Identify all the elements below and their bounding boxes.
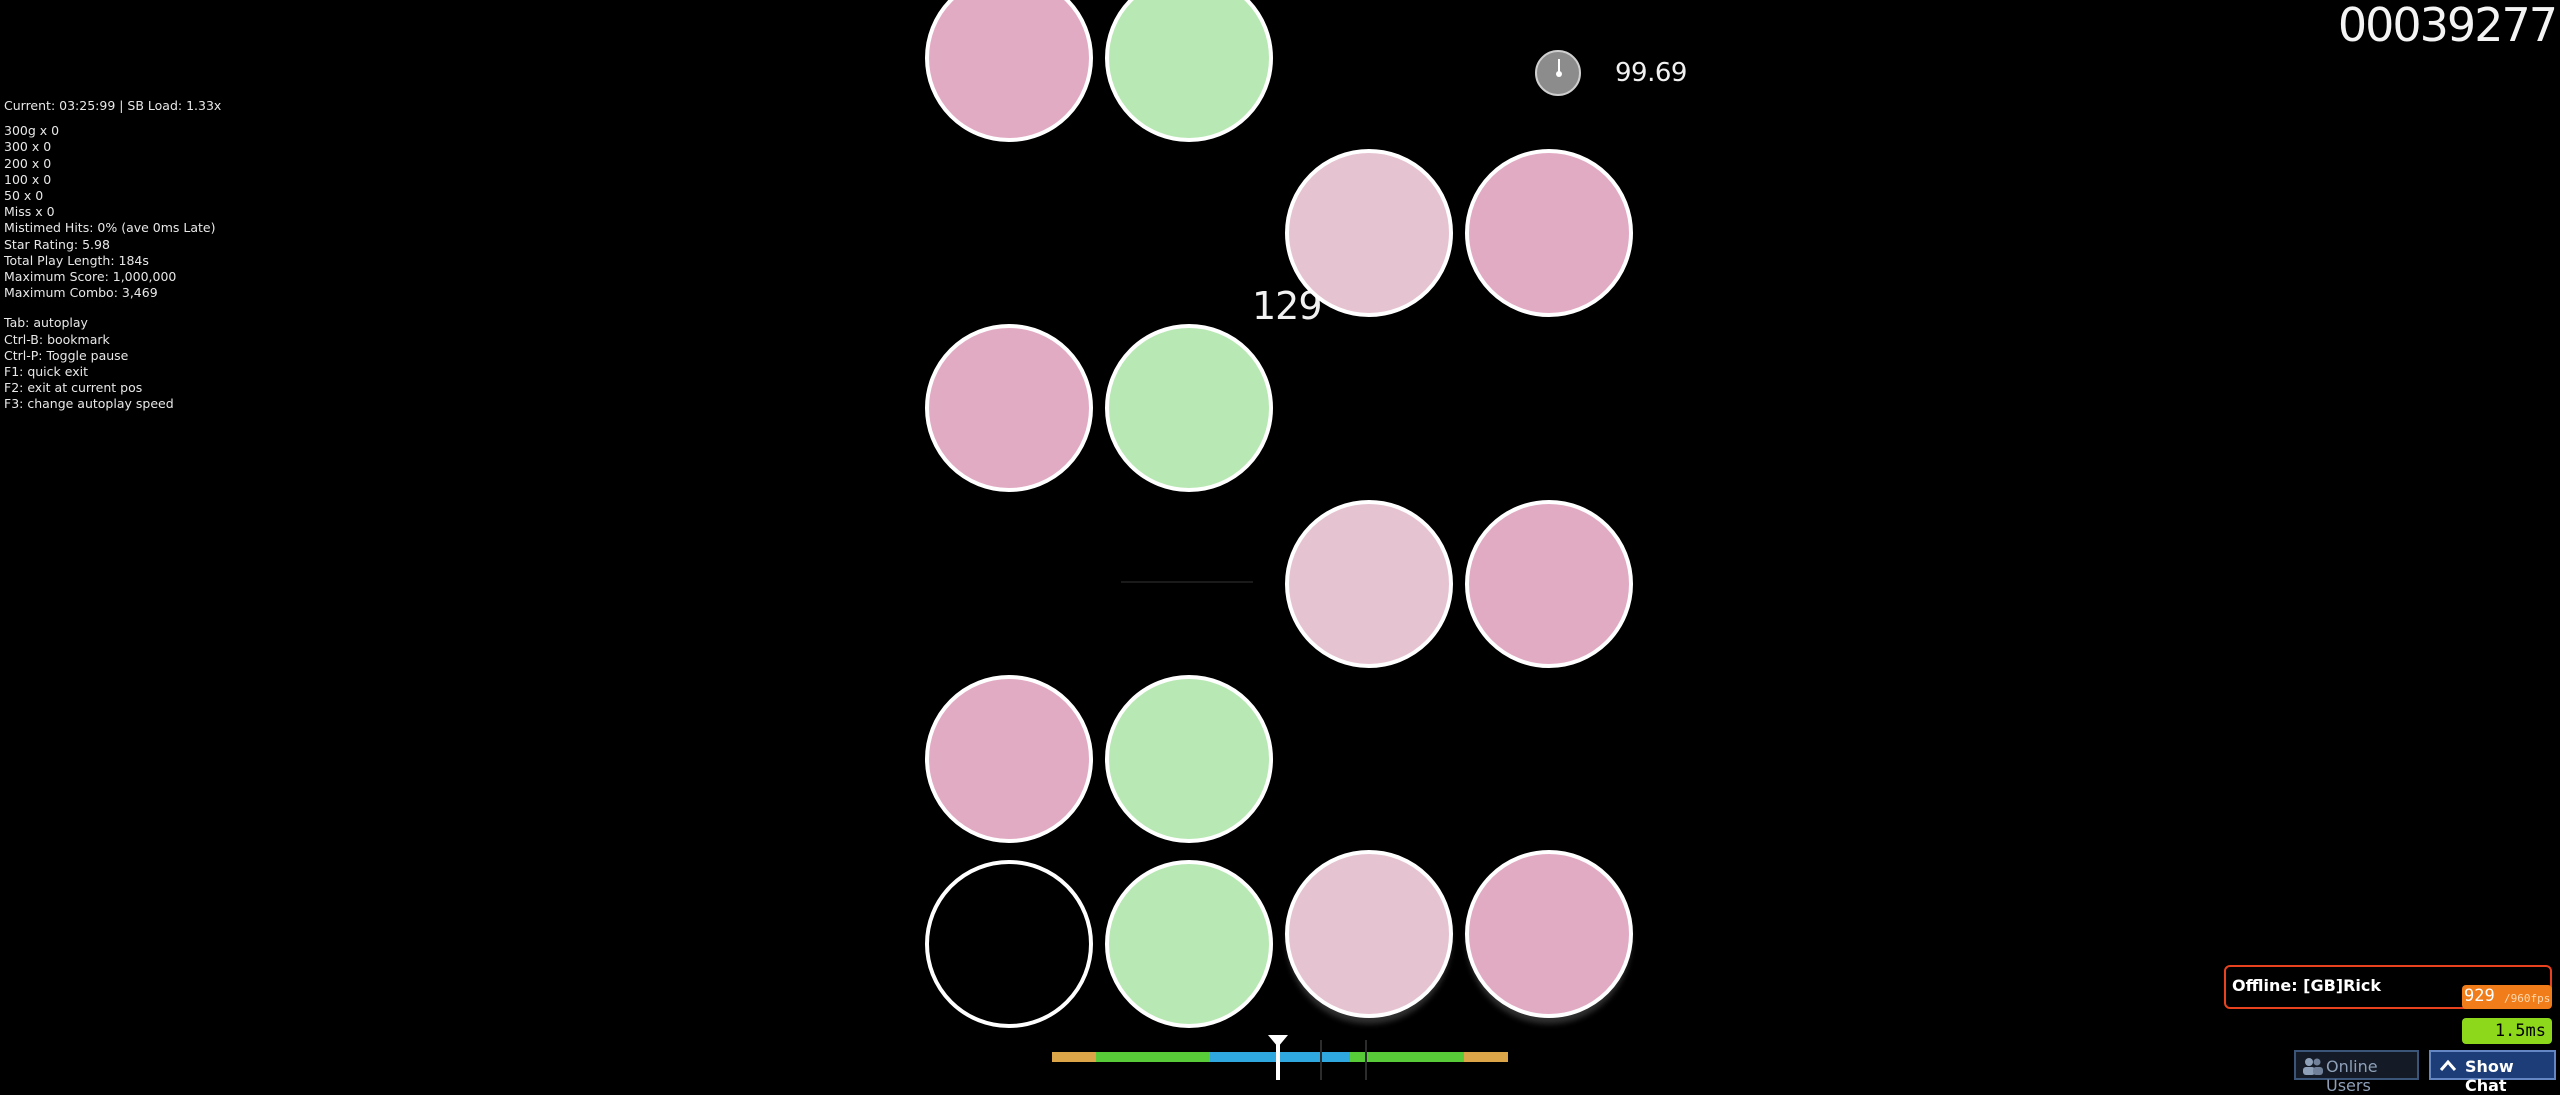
note-lane-4 bbox=[1465, 149, 1633, 317]
shortcut-ctrl-p: Ctrl-P: Toggle pause bbox=[4, 347, 129, 363]
chevron-up-icon bbox=[2439, 1059, 2457, 1071]
score-counter: 00039277 bbox=[2337, 0, 2558, 52]
online-users-button[interactable]: Online Users bbox=[2294, 1050, 2419, 1095]
stat-play-length: Total Play Length: 184s bbox=[4, 252, 149, 268]
judgement-200: 200 x 0 bbox=[4, 155, 52, 171]
judgement-50: 50 x 0 bbox=[4, 188, 44, 204]
receptor-lane-3 bbox=[1285, 850, 1453, 1018]
shortcut-f2: F2: exit at current pos bbox=[4, 380, 143, 396]
shortcut-f1: F1: quick exit bbox=[4, 364, 88, 380]
note-lane-4 bbox=[1465, 500, 1633, 668]
judgement-300g: 300g x 0 bbox=[4, 123, 60, 139]
note-lane-3 bbox=[1285, 149, 1453, 317]
note-lane-2 bbox=[1105, 675, 1273, 843]
shortcut-f3: F3: change autoplay speed bbox=[4, 396, 174, 412]
note-lane-2 bbox=[1105, 324, 1273, 492]
note-lane-1 bbox=[925, 675, 1093, 843]
accuracy-value: 99.69 bbox=[1615, 58, 1687, 88]
accuracy-pie-icon bbox=[1535, 50, 1581, 96]
debug-overlay: Current: 03:25:99 | SB Load: 1.33x 300g … bbox=[4, 98, 221, 413]
note-lane-1 bbox=[925, 324, 1093, 492]
note-lane-1 bbox=[925, 0, 1093, 142]
fps-value: 929 bbox=[2464, 986, 2495, 1006]
show-chat-button[interactable]: Show Chat bbox=[2429, 1050, 2556, 1095]
hit-error-bar bbox=[1052, 1052, 1508, 1062]
hit-error-tick bbox=[1320, 1040, 1322, 1080]
hit-error-tick bbox=[1365, 1040, 1367, 1080]
stat-mistimed: Mistimed Hits: 0% (ave 0ms Late) bbox=[4, 220, 216, 236]
user-status-label: Offline: [GB]Rick bbox=[2232, 976, 2382, 995]
receptor-lane-1 bbox=[925, 860, 1093, 1028]
hit-error-arrow-icon bbox=[1268, 1035, 1288, 1047]
fps-max: /960fps bbox=[2504, 992, 2551, 1005]
fps-counter: 929 /960fps bbox=[2462, 985, 2552, 1009]
judgement-300: 300 x 0 bbox=[4, 139, 52, 155]
judgement-100: 100 x 0 bbox=[4, 171, 52, 187]
stat-max-combo: Maximum Combo: 3,469 bbox=[4, 285, 158, 301]
receptor-lane-4 bbox=[1465, 850, 1633, 1018]
users-icon bbox=[2303, 1058, 2323, 1075]
shortcut-ctrl-b: Ctrl-B: bookmark bbox=[4, 331, 110, 347]
note-lane-3 bbox=[1285, 500, 1453, 668]
receptor-lane-2 bbox=[1105, 860, 1273, 1028]
online-users-label: Online Users bbox=[2326, 1057, 2378, 1095]
current-time-line: Current: 03:25:99 | SB Load: 1.33x bbox=[4, 98, 222, 113]
latency-counter: 1.5ms bbox=[2462, 1018, 2552, 1044]
shortcut-tab: Tab: autoplay bbox=[4, 315, 88, 331]
stat-max-score: Maximum Score: 1,000,000 bbox=[4, 269, 177, 285]
lane-divider bbox=[1121, 581, 1253, 583]
show-chat-label: Show Chat bbox=[2465, 1057, 2514, 1095]
stat-star-rating: Star Rating: 5.98 bbox=[4, 236, 110, 252]
judgement-miss: Miss x 0 bbox=[4, 204, 55, 220]
note-lane-2 bbox=[1105, 0, 1273, 142]
